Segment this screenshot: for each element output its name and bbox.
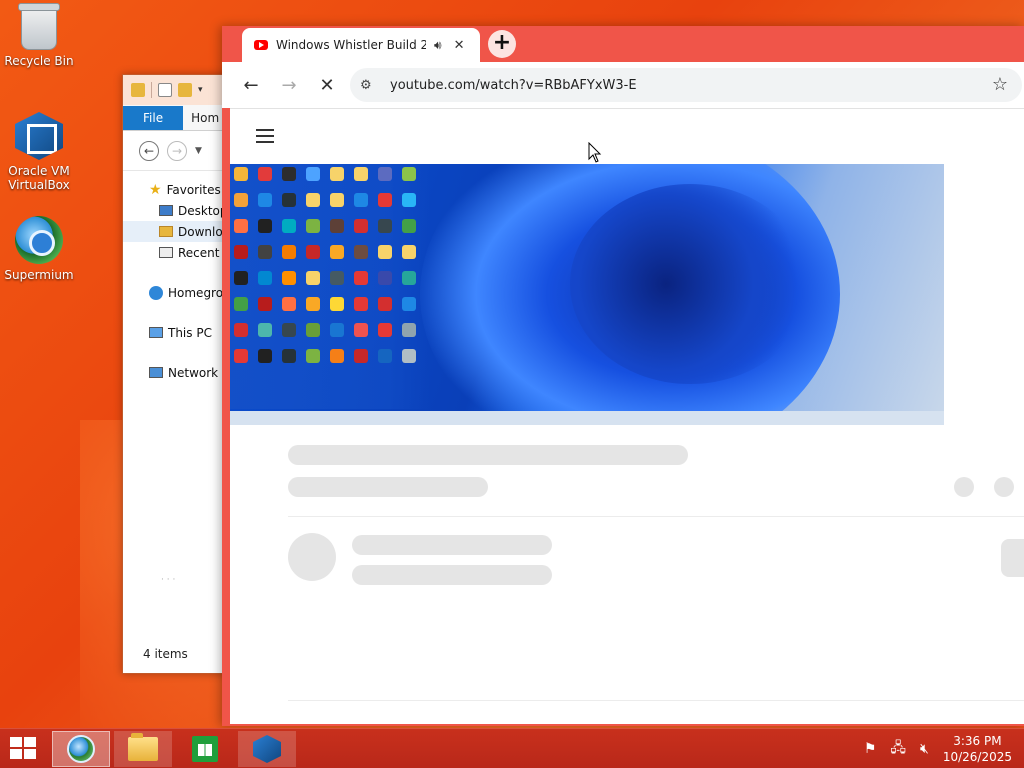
close-tab-icon[interactable]: ✕ xyxy=(454,38,465,53)
bookmark-star-icon[interactable]: ☆ xyxy=(992,74,1008,95)
tree-item-this-pc[interactable]: This PC xyxy=(123,322,231,343)
tree-item-network[interactable]: Network xyxy=(123,362,231,383)
ribbon-tabs: File Hom xyxy=(123,105,231,131)
forward-button[interactable]: → xyxy=(278,75,300,96)
navigation-pane: ★ Favorites Desktop Downlo Recent Homegr… xyxy=(123,171,231,383)
supermium-icon xyxy=(15,216,63,264)
clock-date: 10/26/2025 xyxy=(942,750,1012,764)
desktop-icon-supermium[interactable]: Supermium xyxy=(4,216,74,282)
skeleton-channel-subline xyxy=(352,565,552,585)
tab-title: Windows Whistler Build 241 xyxy=(276,38,426,52)
skeleton-button xyxy=(1001,539,1024,577)
folder-icon xyxy=(131,83,145,97)
network-icon[interactable]: 🖧︎ xyxy=(890,737,906,761)
video-player[interactable] xyxy=(230,164,944,425)
forward-icon[interactable]: → xyxy=(167,140,187,161)
virtualbox-icon xyxy=(253,735,281,763)
skeleton-title-line xyxy=(288,445,688,465)
tree-item-homegroup[interactable]: Homegro xyxy=(123,282,231,303)
supermium-icon xyxy=(67,735,95,763)
skeleton-action-dot xyxy=(994,477,1014,497)
back-button[interactable]: ← xyxy=(240,75,262,96)
back-icon[interactable]: ← xyxy=(139,140,159,161)
tab-youtube[interactable]: Windows Whistler Build 241 🔊︎ ✕ xyxy=(242,28,480,62)
file-explorer-window: ▾ File Hom ← → ▼ ★ Favorites Desktop Dow… xyxy=(122,74,232,674)
mouse-cursor-icon xyxy=(588,142,602,163)
tab-file[interactable]: File xyxy=(123,106,184,130)
tab-home[interactable]: Hom xyxy=(183,106,227,130)
desktop-icon-recycle-bin[interactable]: Recycle Bin xyxy=(4,3,74,68)
speaker-icon[interactable]: 🔊︎ xyxy=(434,38,442,53)
video-thumbnail-desktop-icons xyxy=(230,164,430,409)
plus-icon: + xyxy=(492,30,512,55)
properties-icon[interactable] xyxy=(158,83,172,97)
divider xyxy=(288,516,1024,517)
resize-grip[interactable]: · · · xyxy=(161,575,175,585)
video-thumbnail-taskbar xyxy=(230,411,944,425)
desktop-icon xyxy=(159,205,173,216)
taskbar-supermium[interactable] xyxy=(52,731,110,767)
address-bar[interactable]: ⚙︎ youtube.com/watch?v=RBbAFYxW3-E ☆ xyxy=(350,68,1022,102)
computer-icon xyxy=(149,327,163,338)
clock[interactable]: 3:36 PM 10/26/2025 xyxy=(943,733,1012,765)
file-explorer-icon xyxy=(128,733,158,761)
page-content xyxy=(230,108,1024,724)
new-tab-button[interactable]: + xyxy=(488,30,516,58)
quick-access-dropdown-icon[interactable]: ▾ xyxy=(198,85,203,95)
desktop-icon-label: Recycle Bin xyxy=(4,54,74,68)
taskbar-file-explorer[interactable] xyxy=(114,731,172,767)
desktop-icon-virtualbox[interactable]: Oracle VM VirtualBox xyxy=(4,112,74,192)
browser-window: Windows Whistler Build 241 🔊︎ ✕ + ← → ✕ … xyxy=(222,26,1024,726)
desktop-icon-label: Oracle VM VirtualBox xyxy=(8,164,70,192)
action-center-flag-icon[interactable]: ⚑ xyxy=(864,741,877,757)
star-icon: ★ xyxy=(149,181,162,198)
url-text: youtube.com/watch?v=RBbAFYxW3-E xyxy=(390,77,637,93)
taskbar-store[interactable] xyxy=(176,731,234,767)
tree-item-recent[interactable]: Recent xyxy=(123,242,231,263)
stop-loading-button[interactable]: ✕ xyxy=(316,75,338,96)
skeleton-subtitle-line xyxy=(288,477,488,497)
tree-item-desktop[interactable]: Desktop xyxy=(123,200,231,221)
store-icon xyxy=(192,736,218,762)
volume-muted-icon[interactable]: 🔇︎ xyxy=(920,741,929,757)
explorer-nav-row: ← → ▼ xyxy=(123,131,231,171)
explorer-titlebar: ▾ xyxy=(123,75,231,105)
new-folder-icon[interactable] xyxy=(178,83,192,97)
skeleton-avatar xyxy=(288,533,336,581)
recycle-bin-icon xyxy=(18,3,60,50)
network-icon xyxy=(149,367,163,378)
downloads-icon xyxy=(159,226,173,237)
start-button[interactable] xyxy=(10,737,38,761)
taskbar: ⚑ 🖧︎ 🔇︎ 3:36 PM 10/26/2025 xyxy=(0,728,1024,768)
virtualbox-icon xyxy=(15,112,63,160)
tree-item-favorites[interactable]: ★ Favorites xyxy=(123,179,231,200)
recent-locations-icon[interactable]: ▼ xyxy=(195,146,202,156)
desktop-icon-label: Supermium xyxy=(4,268,74,282)
tab-strip: Windows Whistler Build 241 🔊︎ ✕ + xyxy=(222,26,1024,62)
hamburger-menu-icon[interactable] xyxy=(256,129,274,143)
site-info-tune-icon[interactable]: ⚙︎ xyxy=(360,78,380,93)
skeleton-action-dot xyxy=(954,477,974,497)
status-bar: 4 items xyxy=(143,647,188,661)
taskbar-virtualbox[interactable] xyxy=(238,731,296,767)
skeleton-channel-line xyxy=(352,535,552,555)
youtube-favicon-icon xyxy=(254,40,268,50)
system-tray: ⚑ 🖧︎ 🔇︎ 3:36 PM 10/26/2025 xyxy=(864,732,1012,766)
homegroup-icon xyxy=(149,285,163,300)
tree-item-downloads[interactable]: Downlo xyxy=(123,221,231,242)
recent-places-icon xyxy=(159,247,173,258)
clock-time: 3:36 PM xyxy=(953,734,1002,748)
divider xyxy=(288,700,1024,701)
